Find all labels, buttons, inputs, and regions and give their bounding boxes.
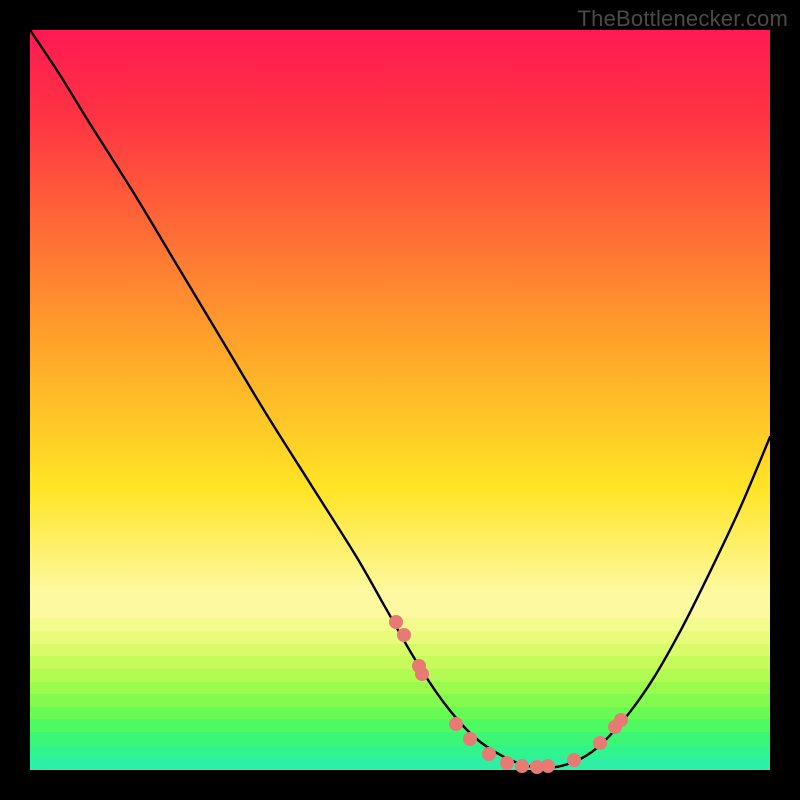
marker-dot (463, 732, 477, 746)
plot-area (30, 30, 770, 770)
marker-dot (449, 717, 463, 731)
marker-dot (515, 759, 529, 773)
curve-path (30, 30, 770, 768)
marker-dot (482, 747, 496, 761)
marker-dot (500, 756, 514, 770)
marker-dot (567, 753, 581, 767)
marker-dot (593, 736, 607, 750)
marker-dot (614, 713, 628, 727)
marker-dot (415, 667, 429, 681)
chart-frame: TheBottlenecker.com (0, 0, 800, 800)
marker-dot (397, 628, 411, 642)
watermark-text: TheBottlenecker.com (578, 6, 788, 32)
curve-svg (30, 30, 770, 770)
marker-dot (541, 759, 555, 773)
